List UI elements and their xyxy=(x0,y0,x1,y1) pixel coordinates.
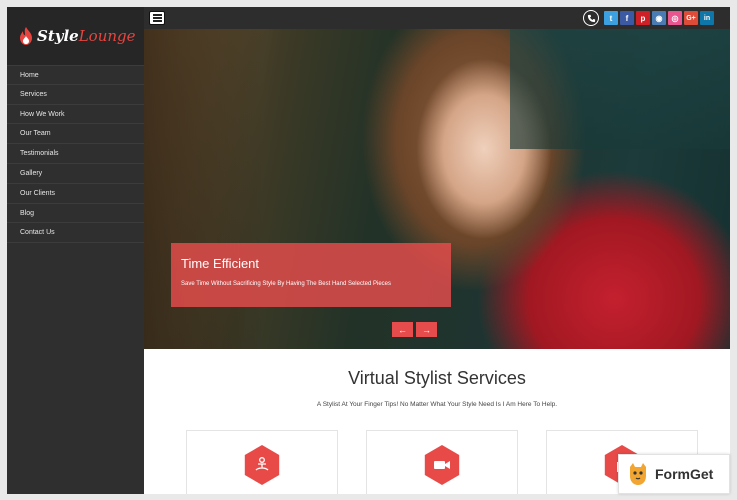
twitter-glyph: t xyxy=(609,13,613,23)
social-links: t f p ◉ ◎ G+ in xyxy=(583,10,714,26)
logo[interactable]: Style Lounge xyxy=(7,7,144,65)
slide-caption-title: Time Efficient xyxy=(181,256,260,271)
formget-badge[interactable]: FormGet xyxy=(618,454,730,494)
hamburger-line xyxy=(152,20,162,22)
instagram-icon[interactable]: ◉ xyxy=(652,11,666,25)
hamburger-menu-button[interactable] xyxy=(149,11,165,25)
sidebar-item-our-clients[interactable]: Our Clients xyxy=(7,184,144,204)
twitter-icon[interactable]: t xyxy=(604,11,618,25)
facebook-icon[interactable]: f xyxy=(620,11,634,25)
logo-word-style: Style xyxy=(37,27,79,45)
linkedin-icon[interactable]: in xyxy=(700,11,714,25)
google-plus-glyph: G+ xyxy=(686,14,696,22)
logo-word-lounge: Lounge xyxy=(78,27,136,45)
sidebar-item-our-team[interactable]: Our Team xyxy=(7,124,144,145)
linkedin-glyph: in xyxy=(703,14,711,22)
flame-logo-icon xyxy=(20,27,32,45)
video-camera-glyph xyxy=(434,461,450,469)
service-card[interactable] xyxy=(366,430,518,494)
top-bar: t f p ◉ ◎ G+ in xyxy=(144,7,730,29)
services-title: Virtual Stylist Services xyxy=(348,368,526,388)
hero-background-wall xyxy=(510,29,730,149)
service-card[interactable] xyxy=(186,430,338,494)
dribbble-glyph: ◎ xyxy=(671,13,679,23)
google-plus-icon[interactable]: G+ xyxy=(684,11,698,25)
meditation-icon xyxy=(244,445,280,485)
formget-badge-text: FormGet xyxy=(655,466,714,482)
sidebar: Style Lounge Home Services How We Work O… xyxy=(7,7,144,494)
slider-next-button[interactable]: → xyxy=(416,322,437,337)
sidebar-item-gallery[interactable]: Gallery xyxy=(7,164,144,184)
sidebar-nav: Home Services How We Work Our Team Testi… xyxy=(7,65,144,244)
slider-prev-button[interactable]: ← xyxy=(392,322,413,337)
instagram-glyph: ◉ xyxy=(655,13,663,23)
sidebar-item-testimonials[interactable]: Testimonials xyxy=(7,144,144,164)
phone-icon[interactable] xyxy=(583,10,599,26)
sidebar-item-blog[interactable]: Blog xyxy=(7,204,144,224)
hamburger-line xyxy=(152,14,162,16)
services-subtitle: A Stylist At Your Finger Tips! No Matter… xyxy=(316,401,558,408)
facebook-glyph: f xyxy=(625,13,629,23)
phone-glyph xyxy=(587,14,595,22)
video-camera-icon xyxy=(424,445,460,485)
formget-mascot-icon xyxy=(630,463,646,485)
page-frame: Style Lounge Home Services How We Work O… xyxy=(7,7,730,494)
pinterest-glyph: p xyxy=(640,13,646,23)
sidebar-item-how-we-work[interactable]: How We Work xyxy=(7,105,144,125)
slide-caption-text: Save Time Without Sacrificing Style By H… xyxy=(181,281,391,287)
sidebar-item-home[interactable]: Home xyxy=(7,65,144,85)
pinterest-icon[interactable]: p xyxy=(636,11,650,25)
meditation-glyph xyxy=(255,457,269,471)
dribbble-icon[interactable]: ◎ xyxy=(668,11,682,25)
slide-caption: Time Efficient Save Time Without Sacrifi… xyxy=(171,243,451,307)
hero-slider: Time Efficient Save Time Without Sacrifi… xyxy=(144,29,730,349)
slider-arrows: ← → xyxy=(392,322,437,337)
sidebar-item-contact-us[interactable]: Contact Us xyxy=(7,223,144,244)
hamburger-line xyxy=(152,17,162,19)
sidebar-item-services[interactable]: Services xyxy=(7,85,144,105)
